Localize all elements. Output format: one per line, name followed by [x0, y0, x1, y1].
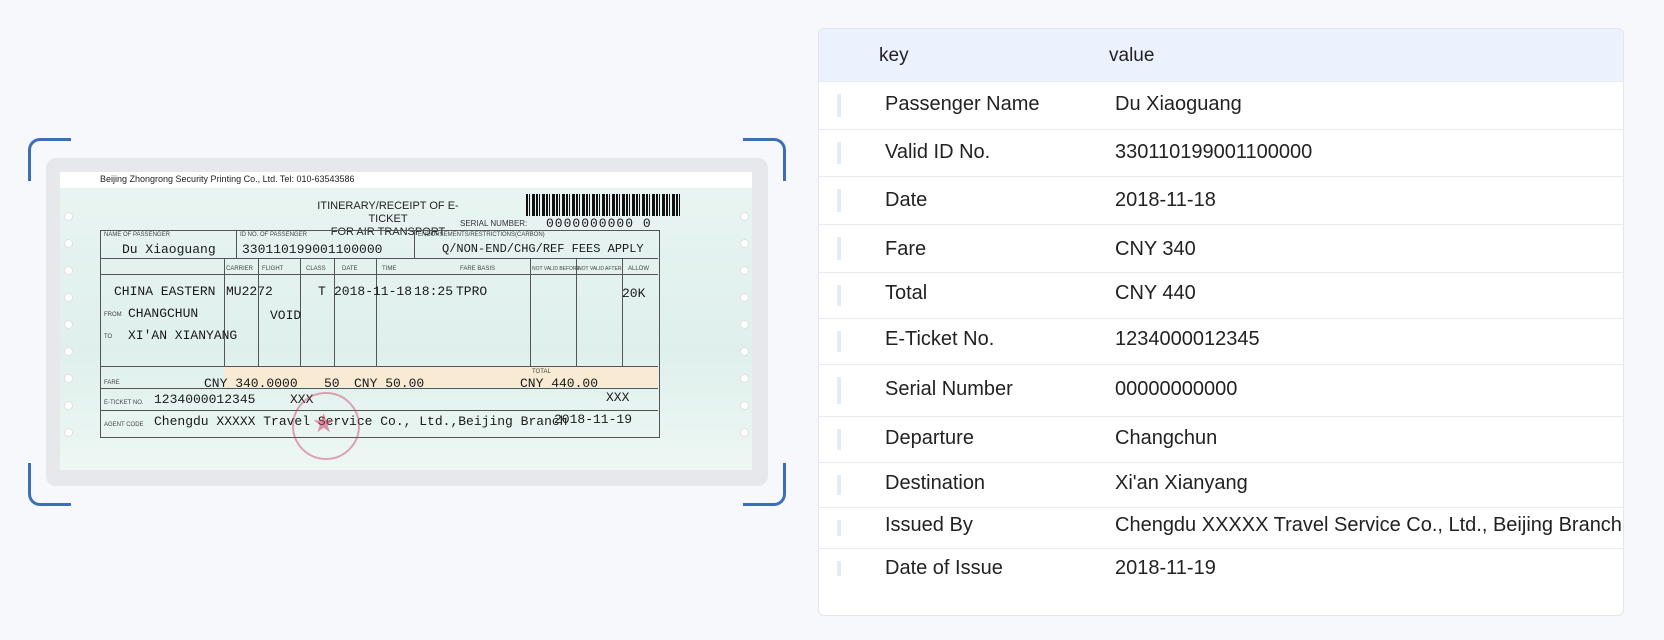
- row-key: Date of Issue: [885, 557, 1003, 579]
- row-marker: [837, 377, 841, 404]
- ticket-serial-value: 0000000000 0: [546, 216, 652, 231]
- ticket-issued-by: Chengdu XXXXX Travel Service Co., Ltd.,B…: [154, 414, 568, 429]
- ticket-tax: CNY 50.00: [354, 376, 425, 391]
- row-key: Fare: [885, 238, 927, 260]
- table-row: Date 2018-11-18: [819, 176, 1623, 224]
- ticket-fare-basis: TPRO: [456, 284, 488, 299]
- row-marker: [837, 94, 841, 117]
- ticket-allow: 20K: [622, 286, 646, 301]
- table-row: Total CNY 440: [819, 272, 1623, 318]
- row-value: 330110199001100000: [1115, 141, 1313, 163]
- row-marker: [837, 561, 841, 576]
- col-carrier: CARRIER: [226, 266, 254, 272]
- label-total: TOTAL: [532, 369, 551, 375]
- table-row: Fare CNY 340: [819, 224, 1623, 272]
- table-row: Date of Issue 2018-11-19: [819, 548, 1623, 588]
- row-marker: [837, 475, 841, 495]
- row-value: 00000000000: [1115, 378, 1238, 400]
- row-key: Valid ID No.: [885, 141, 991, 163]
- row-marker: [837, 429, 841, 450]
- ticket-fuel: 50: [324, 376, 340, 391]
- header-value: value: [1109, 45, 1155, 66]
- row-value: 2018-11-18: [1115, 189, 1216, 211]
- ticket-id-no: 330110199001100000: [242, 242, 383, 257]
- row-value: 2018-11-19: [1115, 557, 1216, 579]
- table-row: Valid ID No. 330110199001100000: [819, 129, 1623, 176]
- ticket-xxx-2: XXX: [606, 390, 630, 405]
- ticket-date-of-issue: 2018-11-19: [554, 412, 633, 427]
- label-name: NAME OF PASSENGER: [104, 232, 170, 238]
- ticket-total: CNY 440.00: [520, 376, 599, 391]
- col-flight: FLIGHT: [262, 266, 284, 272]
- col-date: DATE: [342, 266, 358, 272]
- row-key: Passenger Name: [885, 93, 1040, 115]
- col-class: CLASS: [306, 266, 326, 272]
- ticket-endorsements: Q/NON-END/CHG/REF FEES APPLY: [442, 242, 644, 256]
- label-agent: AGENT CODE: [104, 422, 144, 428]
- label-from: FROM: [104, 312, 122, 318]
- row-key: Serial Number: [885, 378, 1013, 400]
- row-marker: [837, 285, 841, 306]
- stamp-seal: ★: [292, 392, 360, 460]
- ticket-void: VOID: [270, 308, 302, 323]
- row-marker: [837, 520, 841, 536]
- table-row: E-Ticket No. 1234000012345: [819, 318, 1623, 364]
- ticket-to: XI'AN XIANYANG: [128, 328, 238, 343]
- row-marker: [837, 189, 841, 212]
- table-row: Serial Number 00000000000: [819, 364, 1623, 416]
- table-row: Issued By Chengdu XXXXX Travel Service Co…: [819, 507, 1623, 548]
- col-time: TIME: [382, 266, 397, 272]
- row-value: Chengdu XXXXX Travel Service Co., Ltd., …: [1115, 514, 1622, 536]
- ticket-serial-label: SERIAL NUMBER:: [460, 219, 528, 228]
- perforation-left: [64, 212, 73, 470]
- label-eticket: E-TICKET NO.: [104, 400, 144, 406]
- row-value: Du Xiaoguang: [1115, 93, 1242, 115]
- ticket-carrier: CHINA EASTERN: [114, 284, 216, 299]
- row-key: Total: [885, 282, 928, 304]
- row-key: Issued By: [885, 514, 973, 536]
- ticket-from: CHANGCHUN: [128, 306, 199, 321]
- scan-area: Beijing Zhongrong Security Printing Co.,…: [28, 138, 786, 506]
- ticket-frame: Beijing Zhongrong Security Printing Co.,…: [46, 158, 768, 486]
- row-value: CNY 440: [1115, 282, 1196, 304]
- ticket-fare: CNY 340.0000: [204, 376, 298, 391]
- ticket-class: T: [318, 284, 326, 299]
- ticket-printer: Beijing Zhongrong Security Printing Co.,…: [100, 174, 355, 184]
- row-key: E-Ticket No.: [885, 328, 995, 350]
- col-fare-basis: FARE BASIS: [460, 266, 496, 272]
- table-row: Passenger Name Du Xiaoguang: [819, 81, 1623, 129]
- ticket-image: Beijing Zhongrong Security Printing Co.,…: [60, 172, 752, 470]
- row-value: Changchun: [1115, 427, 1218, 449]
- col-not-before: NOT VALID BEFORE: [532, 266, 580, 272]
- label-id: ID NO. OF PASSENGER: [240, 232, 307, 238]
- label-fare: FARE: [104, 380, 120, 386]
- perforation-right: [740, 212, 749, 470]
- row-marker: [837, 237, 841, 260]
- header-key: key: [879, 45, 909, 66]
- extraction-table: key value Passenger Name Du Xiaoguang Vali…: [818, 28, 1624, 616]
- table-row: Destination Xi'an Xianyang: [819, 462, 1623, 507]
- col-not-after: NOT VALID AFTER: [578, 266, 622, 272]
- ticket-eticket: 1234000012345: [154, 392, 256, 407]
- table-row: Departure Changchun: [819, 416, 1623, 462]
- row-value: CNY 340: [1115, 238, 1196, 260]
- row-value: Xi'an Xianyang: [1115, 472, 1248, 494]
- row-key: Date: [885, 189, 928, 211]
- row-key: Destination: [885, 472, 986, 494]
- ticket-time: 18:25: [414, 284, 454, 299]
- label-endorsements: ENDORSEMENTS/RESTRICTIONS(CARBON): [418, 232, 545, 238]
- col-allow: ALLOW: [628, 266, 650, 272]
- ticket-date: 2018-11-18: [334, 284, 413, 299]
- row-key: Departure: [885, 427, 974, 449]
- row-marker: [837, 142, 841, 164]
- star-icon: ★: [312, 408, 336, 438]
- row-marker: [837, 331, 841, 352]
- ticket-passenger-name: Du Xiaoguang: [122, 242, 216, 257]
- ticket-flight: MU2272: [226, 284, 273, 299]
- table-body: Passenger Name Du Xiaoguang Valid ID No. 33…: [819, 81, 1623, 588]
- row-value: 1234000012345: [1115, 328, 1260, 350]
- barcode: [526, 194, 682, 216]
- label-to: TO: [104, 334, 113, 340]
- table-header: key value: [819, 29, 1623, 81]
